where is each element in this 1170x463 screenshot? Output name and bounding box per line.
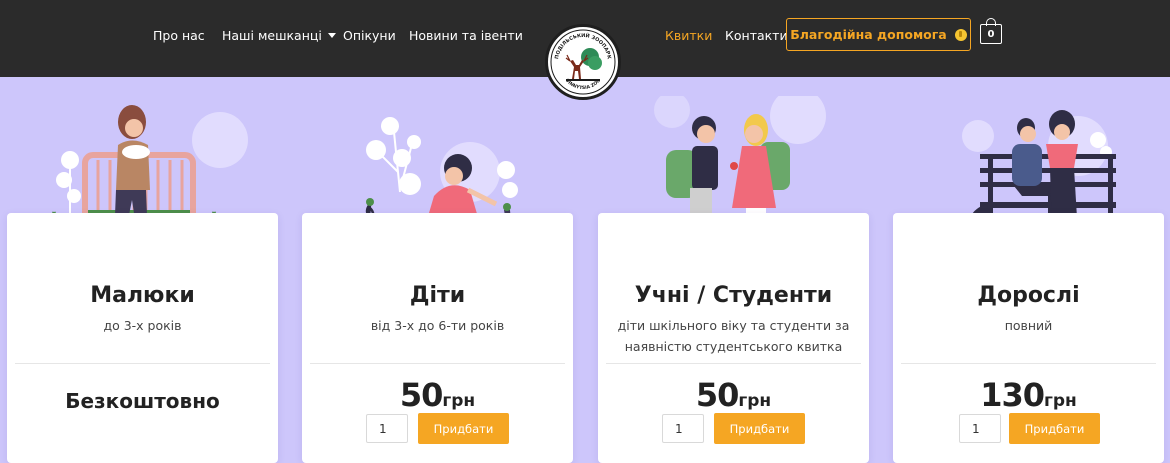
cart-count: 0 [980,24,1002,44]
quantity-input[interactable] [366,414,408,443]
card-title: Дорослі [977,283,1080,308]
price-currency: грн [442,391,476,411]
buy-button[interactable]: Придбати [418,413,509,444]
card-title: Учні / Студенти [634,283,833,308]
price-value: 50 [695,376,740,414]
ticket-card-students: Учні / Студенти діти шкільного віку та с… [598,213,869,463]
ticket-card-toddlers: Малюки до 3-х років Безкоштовно [7,213,278,463]
divider [15,363,270,364]
card-subtitle: від 3-х до 6-ти років [370,318,505,333]
card-subtitle: повний [1004,318,1053,333]
buy-button[interactable]: Придбати [1009,413,1100,444]
divider [606,363,861,364]
free-label: Безкоштовно [65,389,220,413]
price-currency: грн [738,391,772,411]
card-subtitle: діти шкільного віку та студенти за наявн… [598,315,869,357]
logo-emblem-icon: ПОДІЛЬСЬКИЙ ЗООПАРК VINNYTSIA ZOO [550,29,616,95]
price: 50грн [598,376,869,414]
card-subtitle-line-1: діти шкільного віку та студенти за [617,318,850,333]
donate-button-label: Благодійна допомога [790,27,947,42]
nav-guardians[interactable]: Опікуни [343,28,396,43]
coin-icon [954,28,967,41]
quantity-input[interactable] [959,414,1001,443]
price-currency: грн [1044,391,1077,411]
cart-button[interactable]: 0 [980,18,1002,44]
nav-residents-label: Наші мешканці [222,28,322,43]
nav-contacts[interactable]: Контакти [725,28,788,43]
nav-residents[interactable]: Наші мешканці [222,28,336,43]
price-value: 130 [980,376,1045,414]
divider [901,363,1156,364]
zoo-logo[interactable]: ПОДІЛЬСЬКИЙ ЗООПАРК VINNYTSIA ZOO [545,24,621,100]
price-value: 50 [399,376,444,414]
donate-button[interactable]: Благодійна допомога [786,18,971,51]
nav-tickets[interactable]: Квитки [665,28,712,43]
card-subtitle-line-2: наявністю студентського квитка [624,339,843,354]
ticket-card-adults: Дорослі повний 130грн Придбати [893,213,1164,463]
card-title: Малюки [90,283,195,308]
card-subtitle: до 3-х років [103,318,182,333]
card-title: Діти [409,283,466,308]
nav-about[interactable]: Про нас [153,28,205,43]
chevron-down-icon [327,33,336,38]
ticket-card-children: Діти від 3-х до 6-ти років 50грн Придбат… [302,213,573,463]
price: 50грн [302,376,573,414]
quantity-input[interactable] [662,414,704,443]
price: 130грн [893,376,1164,414]
buy-button[interactable]: Придбати [714,413,805,444]
nav-news-events[interactable]: Новини та івенти [409,28,523,43]
divider [310,363,565,364]
